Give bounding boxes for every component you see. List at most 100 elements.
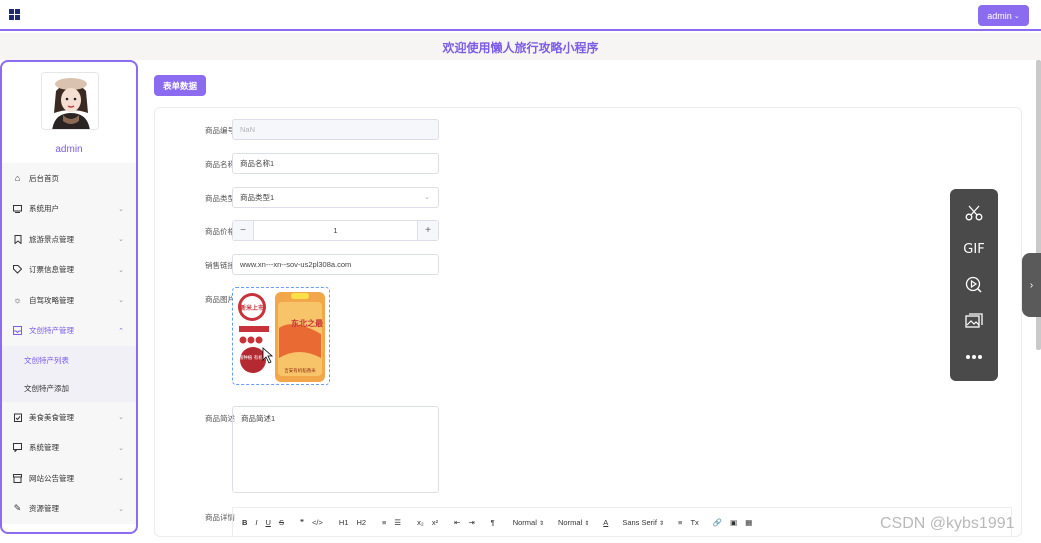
sidebar-subitem-product-add[interactable]: 文创特产添加 [2,374,136,402]
sidebar-item-system[interactable]: 系统管理 ⌄ [2,433,136,464]
indent-button[interactable]: ⇥ [468,518,474,527]
avatar [41,72,99,130]
sidebar-item-announcements[interactable]: 网站公告管理 ⌄ [2,463,136,494]
underline-button[interactable]: U [266,518,271,527]
chevron-down-icon: ⌄ [118,266,124,274]
sidebar-item-driving-guides[interactable]: ☼ 自驾攻略管理 ⌄ [2,285,136,316]
align-button[interactable]: ≡ [678,518,682,527]
font-color-button[interactable]: A [603,518,608,527]
bag-title-text: 东北之最 [291,318,324,328]
video-button[interactable]: ▦ [745,518,752,527]
updown-icon: ⇕ [584,520,590,527]
name-field[interactable]: 商品名称1 [232,153,439,174]
form-data-tag-button[interactable]: 表单数据 [154,75,206,96]
image-icon[interactable] [950,309,998,333]
superscript-button[interactable]: x² [432,518,438,527]
sidebar-item-label: 自驾攻略管理 [29,295,74,305]
floating-tool-panel: GIF [950,189,998,381]
heading2-button[interactable]: H2 [356,518,366,527]
chevron-right-icon[interactable]: › [1022,253,1041,317]
image-upload[interactable]: 新米上市 原粮种植 有机认证 东北之最 吉安有机稻香米 [232,287,330,385]
badge-text: 新米上市 [240,304,264,312]
ordered-list-button[interactable]: ≡ [382,518,386,527]
price-stepper[interactable]: − 1 + [232,220,439,241]
sun-icon: ☼ [13,295,22,306]
price-value: 1 [333,226,338,235]
type-select[interactable]: 商品类型1 ⌄ [232,187,439,208]
bookmark-icon [13,234,22,244]
sidebar-item-tickets[interactable]: 订票信息管理 ⌄ [2,255,136,286]
video-search-icon[interactable] [950,273,998,297]
chevron-down-icon: ⌄ [118,505,124,513]
header-select[interactable]: Normal ⇕ [558,518,589,527]
updown-icon: ⇕ [659,520,665,527]
decrement-button[interactable]: − [233,221,254,240]
link-button[interactable]: 🔗 [713,518,722,527]
updown-icon: ⇕ [538,520,544,527]
sidebar-item-system-users[interactable]: 系统用户 ⌄ [2,194,136,225]
sidebar-menu: ⌂ 后台首页 系统用户 ⌄ 旅游景点管理 ⌄ 订票信息管理 ⌄ ☼ 自驾攻略管理… [2,163,136,524]
sidebar-item-label: 旅游景点管理 [29,234,74,244]
user-menu-label: admin [987,10,1012,21]
more-icon[interactable] [950,345,998,369]
sidebar: admin ⌂ 后台首页 系统用户 ⌄ 旅游景点管理 ⌄ 订票信息管理 ⌄ ☼ … [0,60,138,534]
sidebar-item-label: 资源管理 [29,504,59,514]
chevron-down-icon: ⌄ [118,475,124,482]
font-select-value: Sans Serif [622,517,657,527]
sidebar-item-home[interactable]: ⌂ 后台首页 [2,163,136,194]
quote-button[interactable]: ❞ [300,518,304,527]
clipboard-check-icon [13,413,22,422]
bold-button[interactable]: B [242,518,247,527]
form-card: 商品编号 NaN 商品名称 商品名称1 商品类型 商品类型1 ⌄ 商品价格 − … [154,107,1022,537]
price-label: 商品价格 [205,227,235,236]
gif-icon[interactable]: GIF [950,237,998,261]
link-field[interactable]: www.xn---xn--sov-us2pl308a.com [232,254,439,275]
chevron-down-icon: ⌄ [118,297,124,304]
outdent-button[interactable]: ⇤ [454,518,460,527]
desc-label: 商品简述 [205,414,235,423]
product-image: 新米上市 原粮种植 有机认证 东北之最 吉安有机稻香米 [233,288,329,384]
scissors-icon[interactable] [950,201,998,225]
paperclip-icon: ✎ [13,503,22,514]
sidebar-item-resources[interactable]: ✎ 资源管理 ⌄ [2,494,136,525]
type-select-value: 商品类型1 [240,193,275,202]
chevron-down-icon: ⌄ [118,444,124,452]
app-grid-icon[interactable] [9,9,20,20]
italic-button[interactable]: I [255,518,257,527]
header-select-value: Normal [558,517,583,527]
chevron-up-icon: ⌃ [118,327,124,335]
archive-icon [13,473,22,483]
page-title: 欢迎使用懒人旅行攻略小程序 [442,41,599,55]
chevron-down-icon: ⌄ [118,205,124,213]
increment-button[interactable]: + [417,221,438,240]
sidebar-subitem-label: 文创特产列表 [24,355,69,365]
id-label: 商品编号 [205,126,235,135]
bullet-list-button[interactable]: ☰ [394,518,401,527]
sidebar-item-food[interactable]: 美食美食管理 ⌄ [2,402,136,433]
sidebar-item-cultural-products[interactable]: 文创特产管理 ⌃ [2,316,136,347]
chat-icon [13,443,22,453]
main-content: 表单数据 商品编号 NaN 商品名称 商品名称1 商品类型 商品类型1 ⌄ 商品… [146,64,1032,537]
size-select-value: Normal [512,517,537,527]
strike-button[interactable]: S [279,518,284,527]
chevron-down-icon: ⌄ [118,236,124,243]
chevron-down-icon: ⌄ [424,194,430,201]
sidebar-subitem-label: 文创特产添加 [24,383,69,393]
image-button[interactable]: ▣ [730,518,737,527]
font-select[interactable]: Sans Serif ⇕ [622,518,664,527]
code-button[interactable]: </> [312,518,323,527]
size-select[interactable]: Normal ⇕ [513,518,544,527]
sidebar-item-label: 系统管理 [29,443,59,453]
sidebar-item-label: 美食美食管理 [29,412,74,422]
heading1-button[interactable]: H1 [339,518,349,527]
id-field: NaN [232,119,439,140]
subscript-button[interactable]: x₂ [417,518,424,527]
clear-format-button[interactable]: Tx [690,518,698,527]
sidebar-item-scenic-spots[interactable]: 旅游景点管理 ⌄ [2,224,136,255]
inbox-icon [13,326,22,336]
user-menu-button[interactable]: admin ⌄ [978,5,1029,26]
direction-button[interactable]: ¶ [491,518,495,527]
link-label: 销售链接 [205,261,235,270]
sidebar-subitem-product-list[interactable]: 文创特产列表 [2,346,136,374]
desc-textarea[interactable]: 商品简述1 [232,406,439,493]
